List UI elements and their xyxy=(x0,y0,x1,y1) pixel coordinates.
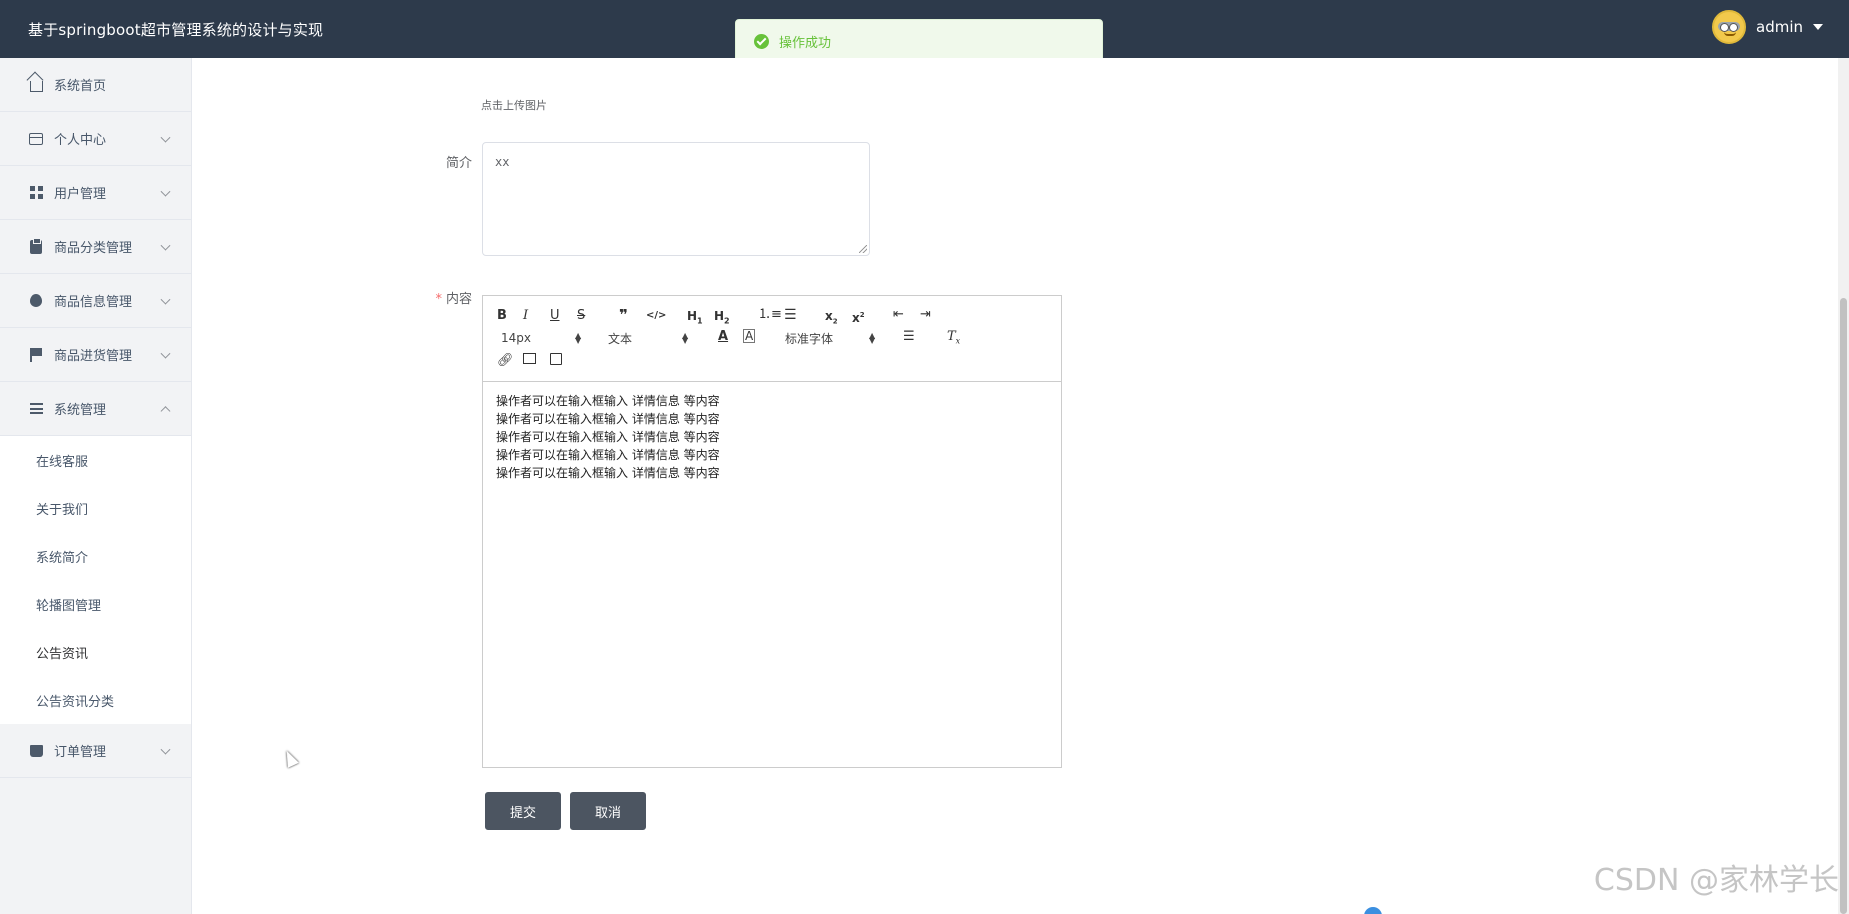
subscript-icon[interactable]: x2 xyxy=(825,308,838,329)
check-circle-icon xyxy=(754,33,769,49)
editor-line: 操作者可以在输入框输入 详情信息 等内容 xyxy=(496,412,720,426)
code-block-icon[interactable]: </> xyxy=(646,308,666,324)
intro-textarea[interactable]: xx xyxy=(482,142,870,256)
home-icon xyxy=(28,77,44,93)
submenu-item-news[interactable]: 公告资讯 xyxy=(0,628,191,676)
underline-icon[interactable]: U xyxy=(550,308,560,324)
editor-line: 操作者可以在输入框输入 详情信息 等内容 xyxy=(496,394,720,408)
background-color-icon[interactable]: A xyxy=(743,329,756,343)
editor-toolbar: B I U S ❞ </> H1 H2 ⒈≡ ☰ x2 x2 ⇤ ⇥ 14px … xyxy=(483,296,1061,382)
app-title: 基于springboot超市管理系统的设计与实现 xyxy=(28,20,324,39)
italic-icon[interactable]: I xyxy=(523,308,528,324)
blockquote-icon[interactable]: ❞ xyxy=(619,307,628,323)
submit-button[interactable]: 提交 xyxy=(485,792,561,830)
sidebar-item-label: 商品信息管理 xyxy=(54,295,133,310)
bullet-list-icon[interactable]: ☰ xyxy=(784,307,797,323)
chevron-down-icon xyxy=(160,186,171,197)
upload-hint[interactable]: 点击上传图片 xyxy=(481,97,547,113)
sidebar-item-product-info[interactable]: 商品信息管理 xyxy=(0,274,191,328)
user-name[interactable]: admin xyxy=(1756,18,1803,36)
sidebar-item-label: 订单管理 xyxy=(54,745,107,760)
sidebar-item-label: 系统首页 xyxy=(54,79,107,94)
content-label: * 内容 xyxy=(392,288,472,307)
resize-handle-icon[interactable] xyxy=(859,245,867,253)
content-label-text: 内容 xyxy=(445,292,472,307)
editor-body[interactable]: 操作者可以在输入框输入 详情信息 等内容 操作者可以在输入框输入 详情信息 等内… xyxy=(483,382,1061,492)
header2-icon[interactable]: H2 xyxy=(714,308,730,329)
header-format-select[interactable]: 文本 ▲ ▼ xyxy=(608,330,690,346)
sidebar-item-label: 个人中心 xyxy=(54,133,107,148)
editor-line: 操作者可以在输入框输入 详情信息 等内容 xyxy=(496,466,720,480)
sidebar-item-personal-center[interactable]: 个人中心 xyxy=(0,112,191,166)
sidebar-item-system[interactable]: 系统管理 xyxy=(0,382,191,436)
chevron-down-icon xyxy=(160,132,171,143)
sidebar-item-purchase[interactable]: 商品进货管理 xyxy=(0,328,191,382)
editor-line: 操作者可以在输入框输入 详情信息 等内容 xyxy=(496,448,720,462)
success-message-text: 操作成功 xyxy=(779,35,832,51)
sidebar: 系统首页 个人中心 用户管理 商品分类管理 商品信息管理 商品进货管理 系统管理… xyxy=(0,58,192,914)
card-icon xyxy=(28,131,44,147)
caret-down-icon[interactable] xyxy=(1813,24,1823,30)
avatar[interactable] xyxy=(1712,10,1746,44)
sidebar-item-label: 商品进货管理 xyxy=(54,349,133,364)
chevron-up-icon xyxy=(160,405,171,416)
main-content: 点击上传图片 简介 xx * 内容 B I U S ❞ </> H1 H2 ⒈≡ … xyxy=(192,58,1838,914)
user-menu[interactable]: admin xyxy=(1712,10,1823,44)
image-icon[interactable] xyxy=(523,353,536,364)
sidebar-item-label: 系统管理 xyxy=(54,403,107,418)
font-family-value: 标准字体 xyxy=(785,331,834,346)
select-arrows-icon: ▲ ▼ xyxy=(575,331,582,345)
sidebar-item-label: 商品分类管理 xyxy=(54,241,133,256)
sidebar-item-label: 用户管理 xyxy=(54,187,107,202)
clear-format-icon[interactable]: Tx xyxy=(947,329,960,350)
intro-value: xx xyxy=(495,155,510,169)
scrollbar-thumb[interactable] xyxy=(1840,298,1847,914)
clipboard-icon xyxy=(28,237,44,255)
editor-line: 操作者可以在输入框输入 详情信息 等内容 xyxy=(496,430,720,444)
video-icon[interactable] xyxy=(550,353,562,365)
font-size-value: 14px xyxy=(501,331,531,345)
submenu-item-online-service[interactable]: 在线客服 xyxy=(0,436,191,484)
chevron-down-icon xyxy=(160,348,171,359)
header-format-value: 文本 xyxy=(608,331,633,346)
indent-icon[interactable]: ⇥ xyxy=(920,307,931,323)
cart-icon xyxy=(28,743,44,759)
strikethrough-icon[interactable]: S xyxy=(577,308,585,324)
flag-icon xyxy=(28,347,44,363)
intro-label: 简介 xyxy=(445,156,472,171)
font-family-select[interactable]: 标准字体 ▲ ▼ xyxy=(785,330,877,346)
ordered-list-icon[interactable]: ⒈≡ xyxy=(758,307,782,323)
sidebar-item-orders[interactable]: 订单管理 xyxy=(0,724,191,778)
submenu-item-carousel[interactable]: 轮播图管理 xyxy=(0,580,191,628)
select-arrows-icon: ▲ ▼ xyxy=(682,331,689,345)
align-icon[interactable]: ☰ xyxy=(903,329,915,345)
superscript-icon[interactable]: x2 xyxy=(852,307,865,326)
sidebar-item-category[interactable]: 商品分类管理 xyxy=(0,220,191,274)
select-arrows-icon: ▲ ▼ xyxy=(869,331,876,345)
cancel-button[interactable]: 取消 xyxy=(570,792,646,830)
balloon-icon xyxy=(28,293,44,309)
font-size-select[interactable]: 14px ▲ ▼ xyxy=(501,330,583,346)
submenu-item-system-intro[interactable]: 系统简介 xyxy=(0,532,191,580)
outdent-icon[interactable]: ⇤ xyxy=(893,307,904,323)
chevron-down-icon xyxy=(160,294,171,305)
grid-icon xyxy=(28,185,44,201)
font-color-icon[interactable]: A xyxy=(718,329,728,345)
bold-icon[interactable]: B xyxy=(497,308,507,324)
sidebar-item-users[interactable]: 用户管理 xyxy=(0,166,191,220)
submenu-item-news-category[interactable]: 公告资讯分类 xyxy=(0,676,191,724)
link-icon[interactable]: 🔗︎ xyxy=(497,353,514,369)
success-message: 操作成功 xyxy=(735,19,1103,63)
rich-text-editor[interactable]: B I U S ❞ </> H1 H2 ⒈≡ ☰ x2 x2 ⇤ ⇥ 14px … xyxy=(482,295,1062,768)
system-submenu: 在线客服 关于我们 系统简介 轮播图管理 公告资讯 公告资讯分类 xyxy=(0,436,191,724)
submenu-item-about-us[interactable]: 关于我们 xyxy=(0,484,191,532)
chevron-down-icon xyxy=(160,240,171,251)
page-scrollbar[interactable] xyxy=(1838,58,1849,914)
watermark: CSDN @家林学长 xyxy=(1593,863,1839,898)
chevron-down-icon xyxy=(160,744,171,755)
sidebar-item-home[interactable]: 系统首页 xyxy=(0,58,191,112)
header1-icon[interactable]: H1 xyxy=(687,308,703,329)
list-icon xyxy=(28,401,44,417)
required-mark: * xyxy=(435,292,442,307)
